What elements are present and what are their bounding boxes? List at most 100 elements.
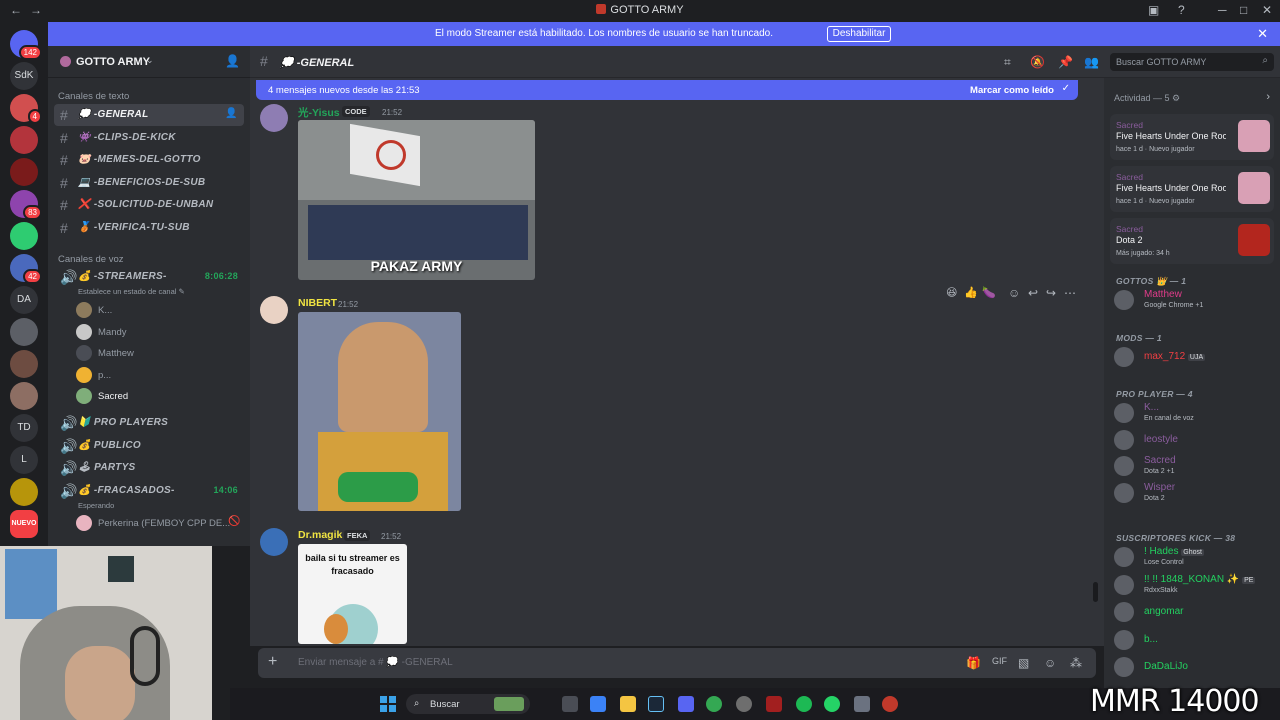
obs-icon[interactable] bbox=[736, 696, 752, 712]
dota-icon[interactable] bbox=[766, 696, 782, 712]
reply-icon[interactable]: ↩ bbox=[1028, 286, 1038, 300]
member-item[interactable]: !! !! 1848_KONAN ✨ PE RdxxStakk bbox=[1114, 573, 1274, 597]
add-user-icon[interactable]: 👤 bbox=[225, 54, 240, 68]
gift-icon[interactable]: 🎁 bbox=[966, 656, 981, 670]
member-item[interactable]: Wisper Dota 2 bbox=[1114, 481, 1274, 505]
steam-icon[interactable] bbox=[648, 696, 664, 712]
voice-channel-0[interactable]: 🔊 🔰 PRO PLAYERS bbox=[54, 412, 244, 434]
file-explorer-icon[interactable] bbox=[620, 696, 636, 712]
server-icon-5[interactable]: 83 bbox=[10, 190, 42, 220]
reaction-laugh[interactable]: 😆 bbox=[946, 286, 957, 299]
member-item[interactable]: b... bbox=[1114, 628, 1274, 652]
text-channel-4[interactable]: # ❌ -SOLICITUD-DE-UNBAN bbox=[54, 194, 244, 216]
member-item[interactable]: angomar bbox=[1114, 600, 1274, 624]
text-channel-2[interactable]: # 🐷 -MEMES-DEL-GOTTO bbox=[54, 149, 244, 171]
spotify-icon[interactable] bbox=[796, 696, 812, 712]
add-reaction-icon[interactable]: ☺ bbox=[1008, 286, 1020, 300]
activity-card[interactable]: Sacred Five Hearts Under One Roof hace 1 d… bbox=[1110, 114, 1274, 160]
copilot-icon[interactable] bbox=[590, 696, 606, 712]
server-icon-9[interactable] bbox=[10, 318, 38, 346]
server-icon-4[interactable] bbox=[10, 158, 38, 186]
emoji-icon[interactable]: ☺ bbox=[1044, 656, 1056, 670]
text-channel-0[interactable]: # 💭 -GENERAL 👤 bbox=[54, 104, 244, 126]
channel-status[interactable]: Establece un estado de canal ✎ bbox=[78, 287, 185, 296]
member-item[interactable]: K... En canal de voz bbox=[1114, 401, 1274, 425]
windows-start-icon[interactable] bbox=[380, 696, 396, 712]
threads-icon[interactable]: ⌗ bbox=[1004, 55, 1011, 70]
text-category[interactable]: Canales de texto bbox=[58, 91, 129, 102]
server-icon-12[interactable]: TD bbox=[10, 414, 38, 442]
guild-header[interactable]: GOTTO ARMY ⌄ 👤 bbox=[48, 46, 250, 78]
avatar[interactable] bbox=[260, 104, 288, 132]
server-icon-14[interactable] bbox=[10, 478, 38, 506]
server-icon-3[interactable] bbox=[10, 126, 38, 154]
search-input[interactable]: Buscar GOTTO ARMY ⌕ bbox=[1110, 53, 1274, 71]
minimize-icon[interactable]: ─ bbox=[1218, 3, 1227, 17]
calculator-icon[interactable] bbox=[854, 696, 870, 712]
add-user-icon[interactable]: 👤 bbox=[225, 108, 238, 119]
taskbar-search[interactable]: ⌕ Buscar bbox=[406, 694, 530, 714]
app-icon[interactable] bbox=[882, 696, 898, 712]
voice-channel-1[interactable]: 🔊 💰 PUBLICO bbox=[54, 435, 244, 457]
server-icon-7[interactable]: 42 bbox=[10, 254, 42, 284]
help-icon[interactable]: ? bbox=[1178, 3, 1185, 17]
message-author[interactable]: NIBERT bbox=[298, 297, 337, 309]
pin-icon[interactable]: 📌 bbox=[1058, 55, 1073, 69]
forward-icon[interactable]: ↪ bbox=[1046, 286, 1056, 300]
message-composer[interactable]: + Enviar mensaje a # 💭 -GENERAL 🎁 GIF ▧ … bbox=[258, 648, 1096, 678]
disable-button[interactable]: Deshabilitar bbox=[827, 26, 891, 42]
server-icon-15[interactable]: NUEVO bbox=[10, 510, 38, 538]
add-attachment-icon[interactable]: + bbox=[268, 653, 277, 671]
new-messages-bar[interactable]: 4 mensajes nuevos desde las 21:53 Marcar… bbox=[256, 80, 1078, 100]
text-channel-3[interactable]: # 💻 -BENEFICIOS-DE-SUB bbox=[54, 172, 244, 194]
server-icon-10[interactable] bbox=[10, 350, 38, 378]
message-author[interactable]: Dr.magik bbox=[298, 529, 342, 541]
member-item[interactable]: Matthew Google Chrome +1 bbox=[1114, 288, 1274, 312]
member-item[interactable]: DaDaLiJo bbox=[1114, 655, 1274, 679]
avatar[interactable] bbox=[260, 528, 288, 556]
member-item[interactable]: ! Hades Ghost Lose Control bbox=[1114, 545, 1274, 569]
server-icon-1[interactable]: SdK bbox=[10, 62, 38, 90]
voice-category[interactable]: Canales de voz bbox=[58, 254, 123, 265]
gif-icon[interactable]: GIF bbox=[992, 656, 1007, 666]
inbox-icon[interactable]: ▣ bbox=[1148, 3, 1159, 17]
message-image[interactable]: baila si tu streamer es fracasado bbox=[298, 544, 407, 644]
member-item[interactable]: leostyle bbox=[1114, 428, 1274, 452]
apps-icon[interactable]: ⁂ bbox=[1070, 656, 1082, 670]
message-image[interactable] bbox=[298, 312, 461, 511]
task-view-icon[interactable] bbox=[562, 696, 578, 712]
reaction-thumbs-up[interactable]: 👍 bbox=[964, 286, 978, 299]
notifications-muted-icon[interactable]: 🔕 bbox=[1030, 55, 1045, 69]
server-icon-0[interactable]: 142 bbox=[10, 30, 42, 60]
sticker-icon[interactable]: ▧ bbox=[1018, 656, 1029, 670]
chevron-right-icon[interactable]: › bbox=[1266, 91, 1270, 103]
maximize-icon[interactable]: □ bbox=[1240, 3, 1247, 17]
avatar[interactable] bbox=[260, 296, 288, 324]
voice-channel-fracasados[interactable]: 🔊 💰 -FRACASADOS- 14:06 bbox=[54, 480, 244, 502]
close-icon[interactable]: ✕ bbox=[1257, 26, 1268, 42]
activity-card[interactable]: Sacred Five Hearts Under One Roo... hace 1… bbox=[1110, 166, 1274, 212]
server-icon-6[interactable] bbox=[10, 222, 38, 250]
member-item[interactable]: Sacred Dota 2 +1 bbox=[1114, 454, 1274, 478]
message-list[interactable]: 4 mensajes nuevos desde las 21:53 Marcar… bbox=[250, 78, 1104, 646]
message-image[interactable]: PAKAZ ARMY bbox=[298, 120, 535, 280]
text-channel-1[interactable]: # 👾 -CLIPS-DE-KICK bbox=[54, 127, 244, 149]
activity-header[interactable]: Actividad — 5 ⚙ bbox=[1114, 93, 1180, 104]
voice-channel-2[interactable]: 🔊 🕹 PARTYS bbox=[54, 457, 244, 479]
server-icon-2[interactable]: 4 bbox=[10, 94, 42, 124]
discord-icon[interactable] bbox=[678, 696, 694, 712]
whatsapp-icon[interactable] bbox=[824, 696, 840, 712]
member-item[interactable]: max_712 UJA bbox=[1114, 345, 1274, 369]
voice-channel-streamers[interactable]: 🔊 💰 -STREAMERS- 8:06:28 bbox=[54, 266, 244, 288]
more-icon[interactable]: ⋯ bbox=[1064, 286, 1076, 300]
chrome-icon[interactable] bbox=[706, 696, 722, 712]
message-author[interactable]: 光-Yisus bbox=[298, 105, 340, 120]
scrollbar[interactable] bbox=[1093, 582, 1098, 602]
server-icon-8[interactable]: DA bbox=[10, 286, 38, 314]
mark-read-button[interactable]: Marcar como leído bbox=[970, 85, 1054, 96]
server-icon-13[interactable]: L bbox=[10, 446, 38, 474]
server-icon-11[interactable] bbox=[10, 382, 38, 410]
reaction-eggplant[interactable]: 🍆 bbox=[982, 286, 996, 299]
close-window-icon[interactable]: ✕ bbox=[1262, 3, 1272, 17]
activity-card[interactable]: Sacred Dota 2 Más jugado: 34 h bbox=[1110, 218, 1274, 264]
